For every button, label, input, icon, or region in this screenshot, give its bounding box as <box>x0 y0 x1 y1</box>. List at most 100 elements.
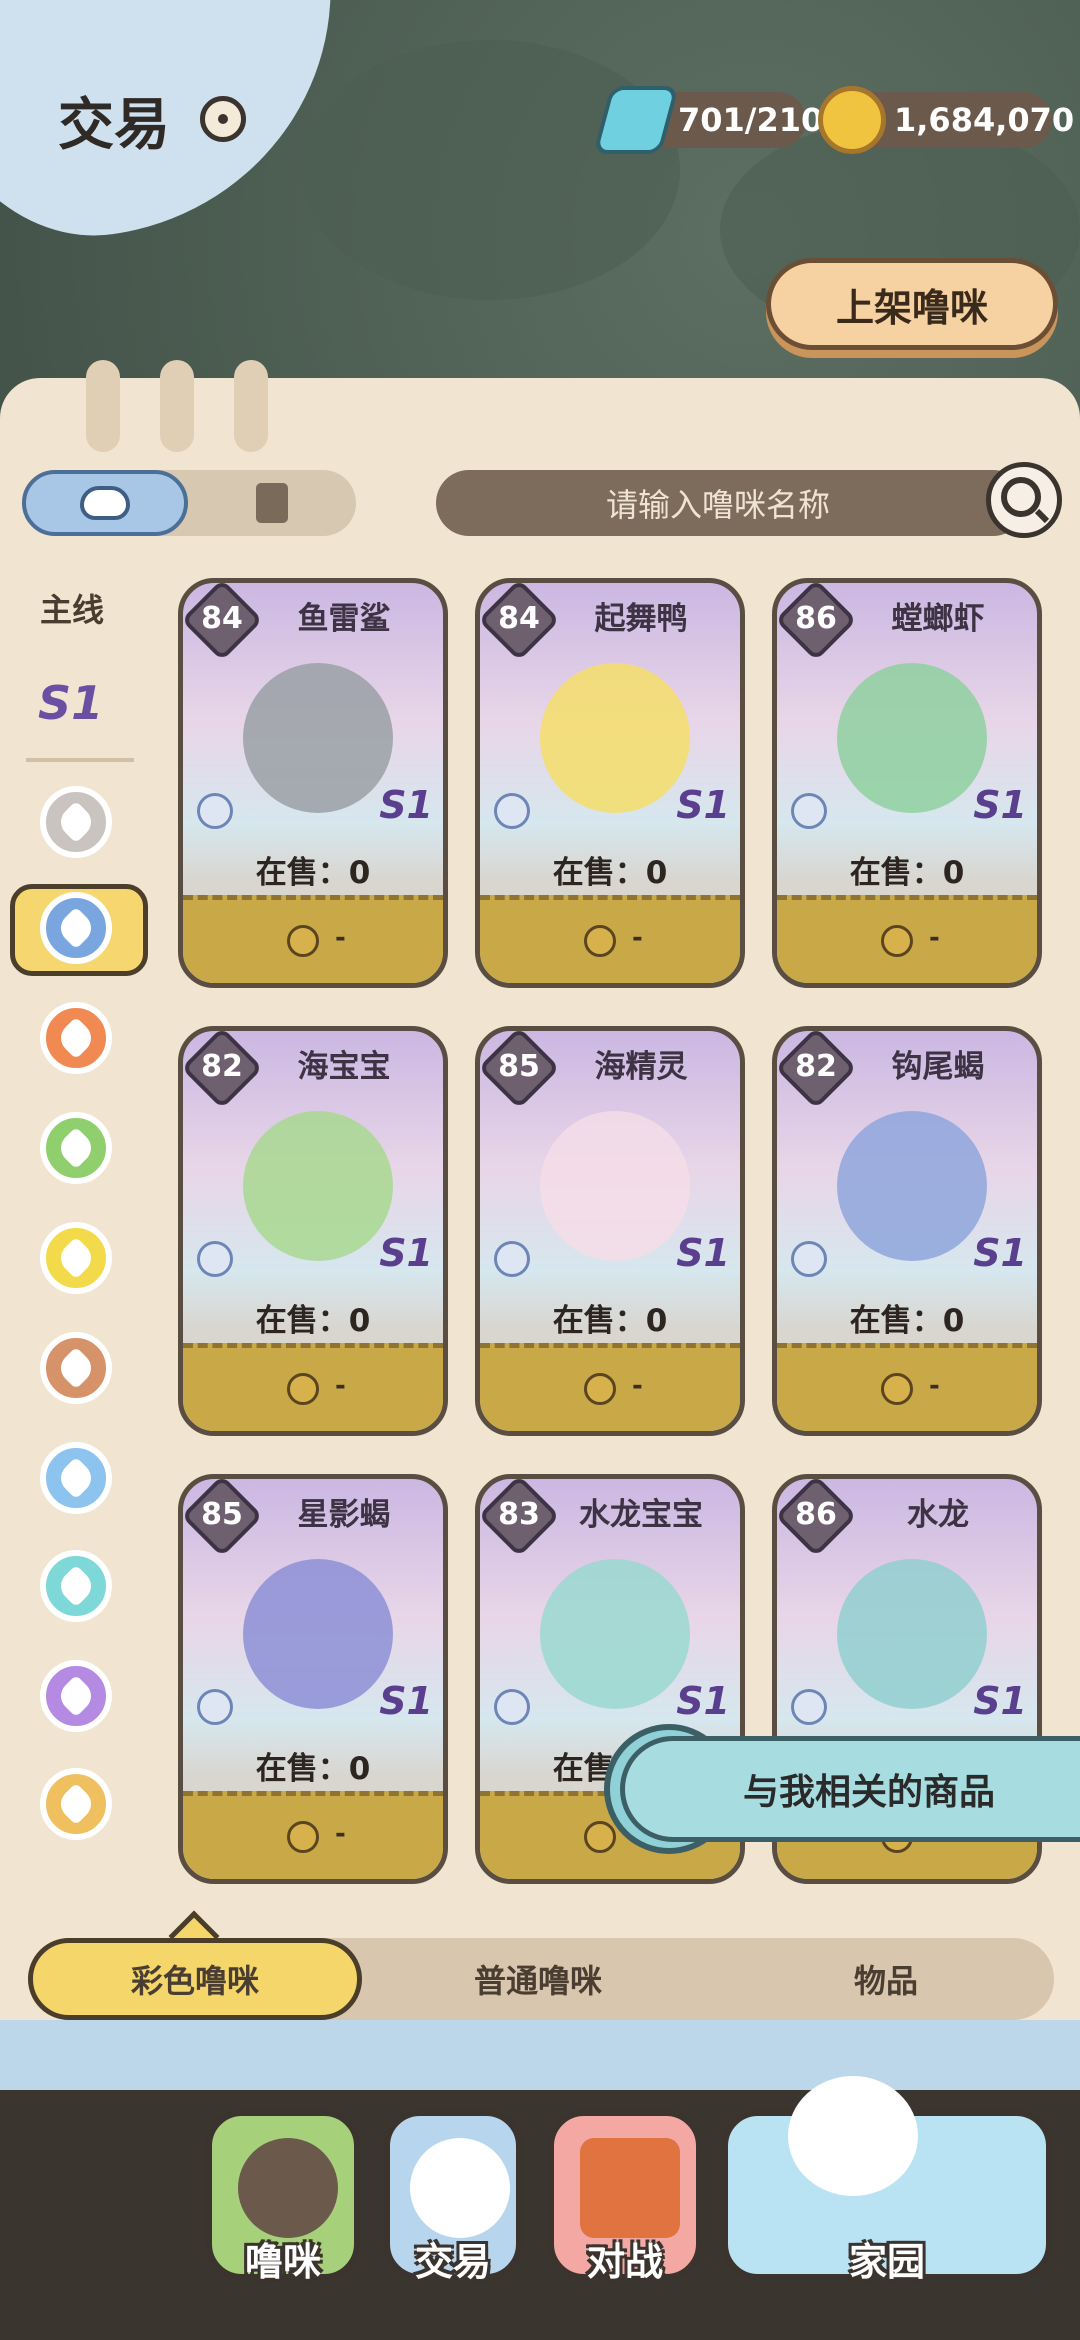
on-sale-count: 在售：0 <box>552 855 668 891</box>
season-badge: S1 <box>973 1231 1027 1275</box>
lumi-name: 海宝宝 <box>297 1049 391 1085</box>
element-filter-electric[interactable] <box>40 1222 112 1294</box>
lumi-level: 83 <box>498 1497 540 1532</box>
normal-element-icon <box>54 800 98 844</box>
element-filter-mystic[interactable] <box>40 1660 112 1732</box>
lumi-icon <box>238 2138 338 2238</box>
season-badge: S1 <box>676 783 730 827</box>
element-filter-light[interactable] <box>40 1768 112 1840</box>
element-filter-ice[interactable] <box>40 1550 112 1622</box>
lumi-name: 水龙宝宝 <box>579 1497 703 1533</box>
toggle-orders[interactable] <box>192 470 352 536</box>
lowest-price: - <box>929 923 940 953</box>
lowest-price: - <box>335 1371 346 1401</box>
binder-ring <box>234 360 268 452</box>
clipboard-icon <box>256 483 288 523</box>
element-filter-normal[interactable] <box>40 786 112 858</box>
sidebar-season-badge[interactable]: S1 <box>38 676 103 730</box>
earth-element-icon <box>54 1346 98 1390</box>
type-icon <box>791 793 827 829</box>
page-title: 交易 <box>58 93 170 158</box>
lumi-card[interactable]: 82 钩尾蝎 S1 在售：0 - <box>772 1026 1042 1436</box>
search-icon[interactable] <box>986 462 1062 538</box>
lumi-card[interactable]: 86 螳螂虾 S1 在售：0 - <box>772 578 1042 988</box>
lumi-level: 85 <box>201 1497 243 1532</box>
mystic-element-icon <box>54 1674 98 1718</box>
sidebar-main-label[interactable]: 主线 <box>40 585 104 631</box>
nav-home-label: 家园 <box>848 2240 925 2284</box>
element-filter-earth[interactable] <box>40 1332 112 1404</box>
sidebar-divider <box>26 758 134 762</box>
lumi-portrait <box>540 1559 690 1709</box>
element-filter-fire[interactable] <box>40 1002 112 1074</box>
tab-colored-lumi[interactable]: 彩色噜咪 <box>28 1938 362 2020</box>
home-creature-icon <box>788 2076 918 2196</box>
lowest-price: - <box>335 923 346 953</box>
lumi-card[interactable]: 85 海精灵 S1 在售：0 - <box>475 1026 745 1436</box>
lumi-level: 86 <box>795 601 837 636</box>
lumi-name: 水龙 <box>907 1497 969 1533</box>
type-icon <box>197 1689 233 1725</box>
lumi-face-icon <box>80 486 130 520</box>
season-badge: S1 <box>379 1231 433 1275</box>
type-icon <box>791 1689 827 1725</box>
lumi-name: 星影蝎 <box>297 1497 391 1533</box>
element-filter-grass[interactable] <box>40 1112 112 1184</box>
help-icon[interactable] <box>200 96 246 142</box>
search-input[interactable]: 请输入噜咪名称 <box>436 470 1026 536</box>
lumi-card[interactable]: 84 起舞鸭 S1 在售：0 - <box>475 578 745 988</box>
battle-cards-icon <box>580 2138 680 2238</box>
lowest-price: - <box>929 1371 940 1401</box>
lumi-name: 鱼雷鲨 <box>297 601 391 637</box>
lumi-portrait <box>540 663 690 813</box>
element-filter-water[interactable] <box>40 892 112 964</box>
on-sale-count: 在售：0 <box>255 1303 371 1339</box>
type-icon <box>791 1241 827 1277</box>
lumi-card[interactable]: 82 海宝宝 S1 在售：0 - <box>178 1026 448 1436</box>
lumi-level: 85 <box>498 1049 540 1084</box>
lumi-card[interactable]: 85 星影蝎 S1 在售：0 - <box>178 1474 448 1884</box>
electric-element-icon <box>54 1236 98 1280</box>
lumi-portrait <box>837 1559 987 1709</box>
lumi-portrait <box>837 1111 987 1261</box>
nav-trade-label: 交易 <box>414 2240 491 2284</box>
season-badge: S1 <box>676 1679 730 1723</box>
lumi-card[interactable]: 84 鱼雷鲨 S1 在售：0 - <box>178 578 448 988</box>
lumi-name: 螳螂虾 <box>891 601 985 637</box>
binder-ring <box>160 360 194 452</box>
season-badge: S1 <box>973 1679 1027 1723</box>
season-badge: S1 <box>379 783 433 827</box>
coin-icon <box>818 86 886 154</box>
related-items-button[interactable]: 与我相关的商品 <box>620 1736 1080 1842</box>
lumi-level: 82 <box>795 1049 837 1084</box>
lumi-portrait <box>540 1111 690 1261</box>
tab-normal-lumi[interactable]: 普通噜咪 <box>368 1938 708 2020</box>
coin-icon <box>287 1373 319 1405</box>
water-element-icon <box>54 906 98 950</box>
view-toggle <box>22 470 356 536</box>
element-filter-wind[interactable] <box>40 1442 112 1514</box>
wind-element-icon <box>54 1456 98 1500</box>
nav-battle[interactable]: 对战 <box>548 2110 702 2284</box>
grass-element-icon <box>54 1126 98 1170</box>
nav-lumi[interactable]: 噜咪 <box>206 2110 360 2284</box>
on-sale-count: 在售：0 <box>255 855 371 891</box>
nav-home[interactable]: 家园 <box>722 2076 1052 2284</box>
on-sale-count: 在售：0 <box>552 1303 668 1339</box>
type-icon <box>197 1241 233 1277</box>
toggle-lumi[interactable] <box>22 470 188 536</box>
lumi-level: 84 <box>201 601 243 636</box>
light-element-icon <box>54 1782 98 1826</box>
lumi-level: 84 <box>498 601 540 636</box>
lowest-price: - <box>335 1819 346 1849</box>
list-lumi-button[interactable]: 上架噜咪 <box>766 258 1058 350</box>
on-sale-count: 在售：0 <box>849 855 965 891</box>
lumi-name: 钩尾蝎 <box>891 1049 985 1085</box>
season-badge: S1 <box>676 1231 730 1275</box>
season-badge: S1 <box>379 1679 433 1723</box>
energy-value: 701/210 <box>678 101 824 139</box>
nav-trade[interactable]: 交易 <box>384 2110 522 2284</box>
tab-items[interactable]: 物品 <box>718 1938 1054 2020</box>
nav-lumi-label: 噜咪 <box>244 2240 321 2284</box>
coin-value: 1,684,070 <box>894 101 1075 139</box>
